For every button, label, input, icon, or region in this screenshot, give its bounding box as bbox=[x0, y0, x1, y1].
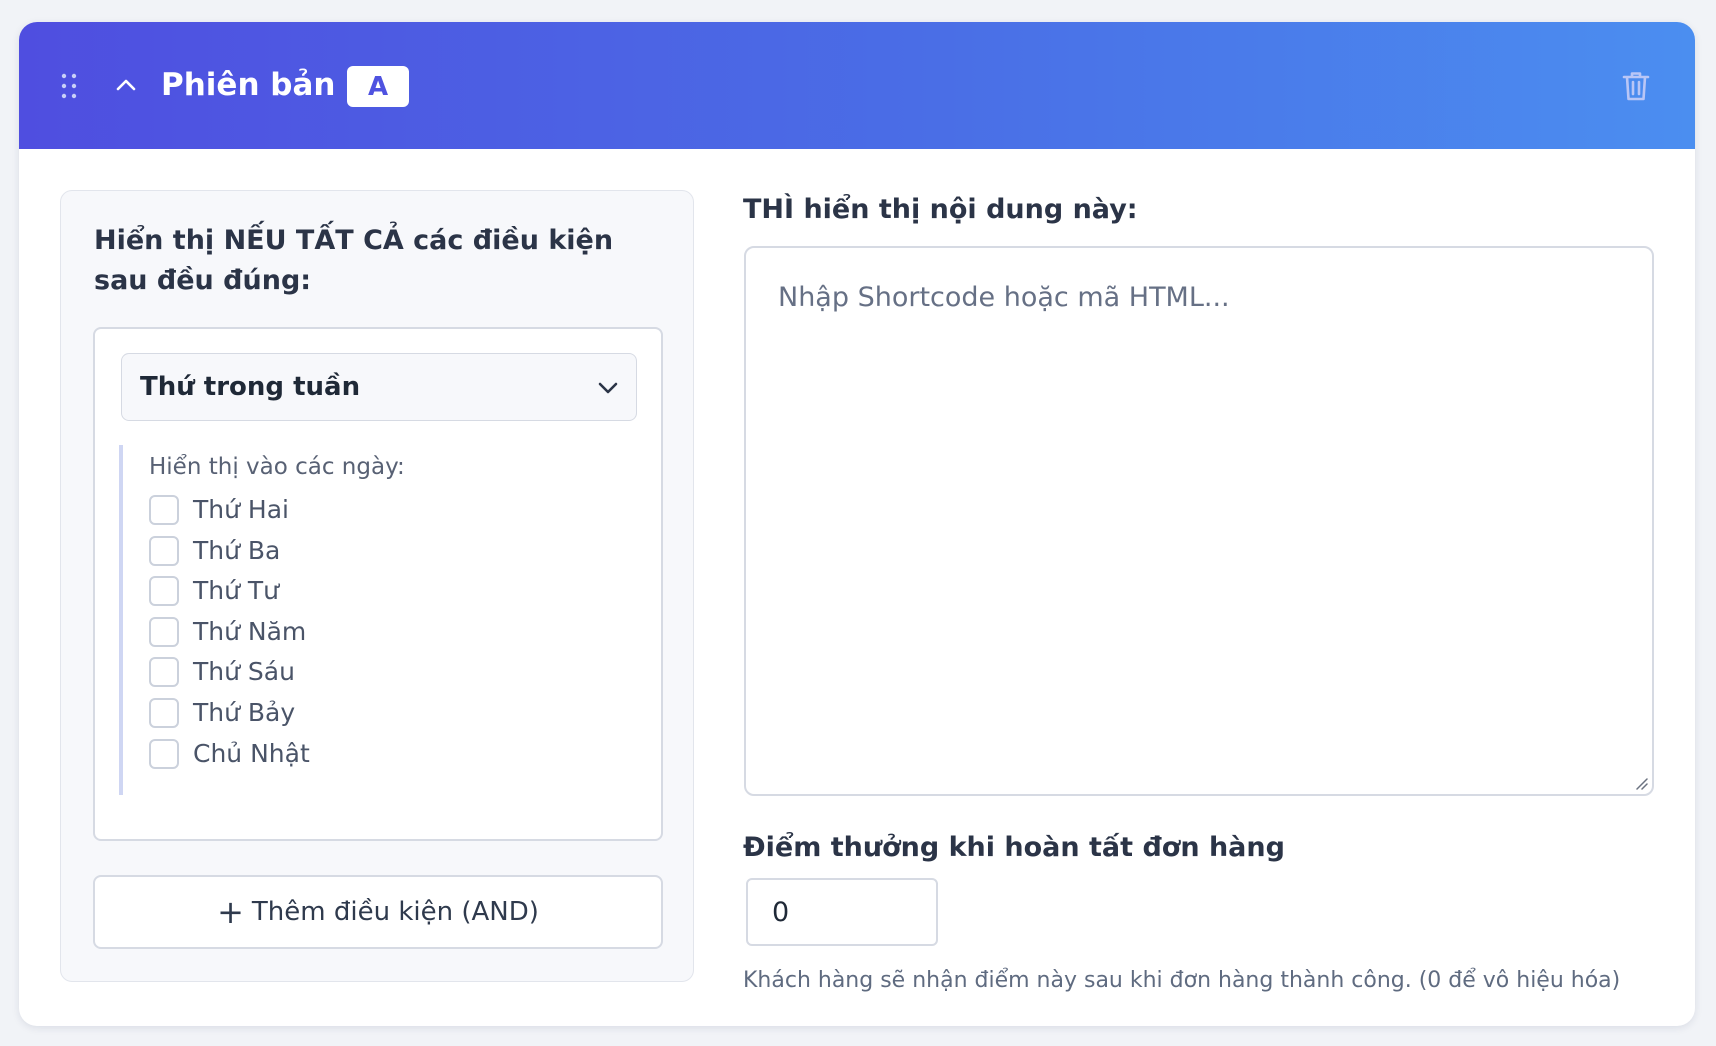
day-label: Thứ Hai bbox=[193, 495, 289, 524]
chevron-down-icon bbox=[598, 382, 618, 394]
day-label: Chủ Nhật bbox=[193, 739, 310, 768]
day-option-sunday[interactable]: Chủ Nhật bbox=[149, 735, 310, 773]
days-label: Hiển thị vào các ngày: bbox=[149, 454, 405, 480]
day-checkbox[interactable] bbox=[149, 657, 179, 687]
variant-card: Phiên bản A Hiển thị NẾU TẤT CẢ các điều… bbox=[19, 22, 1695, 1026]
reward-points-value: 0 bbox=[772, 897, 790, 928]
add-condition-button[interactable]: + Thêm điều kiện (AND) bbox=[93, 875, 663, 949]
delete-variant-button[interactable] bbox=[1617, 66, 1655, 106]
day-checkbox[interactable] bbox=[149, 617, 179, 647]
day-label: Thứ Sáu bbox=[193, 657, 295, 686]
day-checkbox[interactable] bbox=[149, 495, 179, 525]
day-option-wednesday[interactable]: Thứ Tư bbox=[149, 572, 279, 610]
day-option-saturday[interactable]: Thứ Bảy bbox=[149, 694, 295, 732]
day-checkbox[interactable] bbox=[149, 576, 179, 606]
day-label: Thứ Bảy bbox=[193, 698, 296, 727]
days-group: Hiển thị vào các ngày: Thứ Hai Thứ Ba Th… bbox=[119, 445, 623, 795]
day-checkbox[interactable] bbox=[149, 698, 179, 728]
day-checkbox[interactable] bbox=[149, 536, 179, 566]
day-label: Thứ Năm bbox=[193, 617, 307, 646]
conditions-heading: Hiển thị NẾU TẤT CẢ các điều kiện sau đề… bbox=[94, 225, 614, 296]
add-condition-label: Thêm điều kiện (AND) bbox=[251, 897, 539, 927]
day-checkbox[interactable] bbox=[149, 739, 179, 769]
resize-grip-icon[interactable] bbox=[1634, 776, 1648, 790]
condition-type-select[interactable]: Thứ trong tuần bbox=[121, 353, 637, 421]
drag-handle-icon[interactable] bbox=[59, 72, 79, 100]
conditions-panel: Hiển thị NẾU TẤT CẢ các điều kiện sau đề… bbox=[60, 190, 694, 982]
reward-points-help: Khách hàng sẽ nhận điểm này sau khi đơn … bbox=[743, 968, 1621, 993]
content-heading: THÌ hiển thị nội dung này: bbox=[743, 194, 1138, 225]
day-option-friday[interactable]: Thứ Sáu bbox=[149, 653, 295, 691]
content-textarea[interactable]: Nhập Shortcode hoặc mã HTML... bbox=[744, 246, 1654, 796]
variant-header: Phiên bản A bbox=[19, 22, 1695, 149]
condition-type-value: Thứ trong tuần bbox=[140, 372, 361, 402]
variant-title: Phiên bản bbox=[161, 67, 336, 103]
day-option-thursday[interactable]: Thứ Năm bbox=[149, 613, 306, 651]
collapse-button[interactable] bbox=[109, 68, 143, 102]
version-badge: A bbox=[347, 66, 409, 107]
trash-icon bbox=[1622, 72, 1650, 101]
condition-box: Thứ trong tuần Hiển thị vào các ngày: Th… bbox=[93, 327, 663, 841]
content-placeholder: Nhập Shortcode hoặc mã HTML... bbox=[778, 282, 1230, 313]
reward-points-label: Điểm thưởng khi hoàn tất đơn hàng bbox=[743, 832, 1285, 863]
day-label: Thứ Tư bbox=[193, 576, 280, 605]
chevron-up-icon bbox=[116, 79, 136, 91]
reward-points-input[interactable]: 0 bbox=[746, 878, 938, 946]
day-label: Thứ Ba bbox=[193, 536, 281, 565]
day-option-monday[interactable]: Thứ Hai bbox=[149, 491, 289, 529]
plus-icon: + bbox=[217, 893, 244, 931]
day-option-tuesday[interactable]: Thứ Ba bbox=[149, 532, 280, 570]
